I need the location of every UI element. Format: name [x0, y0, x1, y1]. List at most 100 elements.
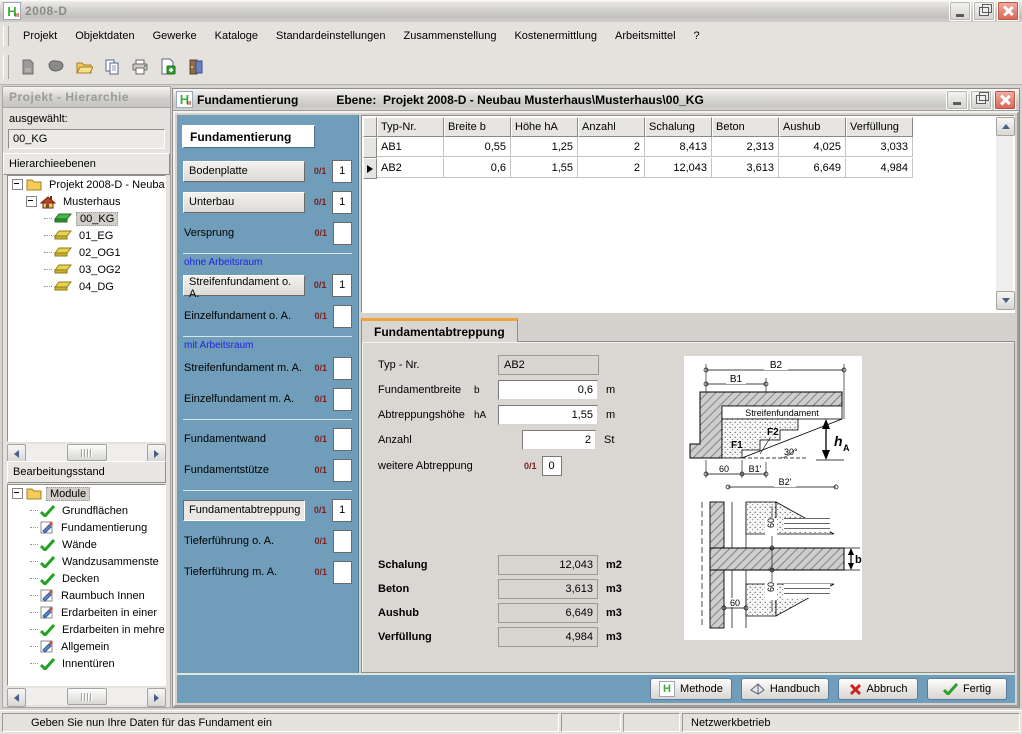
table-cell[interactable]: 4,984	[846, 158, 913, 178]
export-icon[interactable]	[156, 55, 180, 79]
menu-standardeinstellungen[interactable]: Standardeinstellungen	[267, 27, 394, 45]
table-cell[interactable]: 4,025	[779, 137, 846, 157]
column-header[interactable]: Aushub	[779, 117, 846, 137]
bodenplatte-count-box[interactable]: 1	[332, 160, 352, 183]
scrollbar-thumb[interactable]	[67, 688, 107, 705]
module-item-raumbuch-innen[interactable]: Raumbuch Innen	[8, 587, 165, 604]
table-cell[interactable]: 2	[578, 158, 645, 178]
table-cell[interactable]: 3,613	[712, 158, 779, 178]
table-cell[interactable]: AB1	[377, 137, 444, 157]
window-close-button[interactable]	[994, 90, 1016, 110]
module-item-waende[interactable]: Wände	[8, 536, 165, 553]
module-item-decken[interactable]: Decken	[8, 570, 165, 587]
table-cell[interactable]: 12,043	[645, 158, 712, 178]
fundamentwand-count-box[interactable]	[333, 428, 352, 451]
fundamentstuetze-label[interactable]: Fundamentstütze	[183, 464, 306, 476]
tab-fundamentabtreppung[interactable]: Fundamentabtreppung	[361, 318, 518, 342]
restore-button[interactable]	[973, 1, 995, 21]
scrollbar-thumb[interactable]	[67, 444, 107, 461]
tree-item-building[interactable]: Musterhaus	[8, 193, 165, 210]
fertig-button[interactable]: Fertig	[927, 678, 1007, 700]
versprung-label[interactable]: Versprung	[183, 227, 306, 239]
minimize-button[interactable]	[949, 1, 971, 21]
module-item-erdarbeiten-einer[interactable]: Erdarbeiten in einer	[8, 604, 165, 621]
tree-item-level-00kg[interactable]: 00_KG	[8, 210, 165, 227]
menu-kostenermittlung[interactable]: Kostenermittlung	[505, 27, 606, 45]
scroll-right-icon[interactable]	[147, 688, 166, 707]
bodenplatte-button[interactable]: Bodenplatte	[183, 161, 305, 182]
fundamentabtreppung-count-box[interactable]: 1	[332, 499, 352, 522]
streifenfundament-ma-count-box[interactable]	[333, 357, 352, 380]
module-item-innentueren[interactable]: Innentüren	[8, 655, 165, 672]
versprung-count-box[interactable]	[333, 222, 352, 245]
menu-kataloge[interactable]: Kataloge	[206, 27, 267, 45]
tree-item-level-02og1[interactable]: 02_OG1	[8, 244, 165, 261]
table-cell[interactable]: 2,313	[712, 137, 779, 157]
fundamentabtreppung-button[interactable]: Fundamentabtreppung	[183, 500, 305, 521]
einzelfundament-oa-count-box[interactable]	[333, 305, 352, 328]
scroll-down-icon[interactable]	[996, 291, 1015, 310]
abtreppungshoehe-input[interactable]	[498, 405, 598, 425]
column-header[interactable]: Breite b	[444, 117, 511, 137]
folder-open-icon[interactable]	[72, 55, 96, 79]
table-vscrollbar[interactable]	[996, 117, 1013, 310]
module-item-wandzusammenstellung[interactable]: Wandzusammenste	[8, 553, 165, 570]
exit-icon[interactable]	[184, 55, 208, 79]
window-restore-button[interactable]	[970, 90, 992, 110]
collapse-icon[interactable]	[26, 196, 37, 207]
collapse-icon[interactable]	[12, 179, 23, 190]
table-cell[interactable]: 3,033	[846, 137, 913, 157]
progress-tree-hscrollbar[interactable]	[7, 688, 166, 705]
streifenfundament-oa-count-box[interactable]: 1	[332, 274, 352, 297]
anzahl-input[interactable]	[522, 430, 596, 450]
fundamentwand-label[interactable]: Fundamentwand	[183, 433, 306, 445]
module-item-grundflaechen[interactable]: Grundflächen	[8, 502, 165, 519]
fundamentstuetze-count-box[interactable]	[333, 459, 352, 482]
streifenfundament-oa-button[interactable]: Streifenfundament o. A.	[183, 275, 305, 296]
column-header[interactable]: Anzahl	[578, 117, 645, 137]
tree-item-level-03og2[interactable]: 03_OG2	[8, 261, 165, 278]
weitere-abtreppung-box[interactable]: 0	[542, 456, 562, 476]
module-item-fundamentierung[interactable]: Fundamentierung	[8, 519, 165, 536]
einzelfundament-oa-label[interactable]: Einzelfundament o. A.	[183, 310, 306, 322]
module-item-erdarbeiten-mehre[interactable]: Erdarbeiten in mehre	[8, 621, 165, 638]
handbuch-button[interactable]: Handbuch	[741, 678, 829, 700]
einzelfundament-ma-label[interactable]: Einzelfundament m. A.	[183, 393, 306, 405]
tree-item-project[interactable]: Projekt 2008-D - Neubau	[8, 176, 165, 193]
hierarchy-levels-header[interactable]: Hierarchieebenen	[3, 153, 170, 175]
tree-item-module-root[interactable]: Module	[8, 485, 165, 502]
tieferfuehrung-oa-label[interactable]: Tieferführung o. A.	[183, 535, 306, 547]
print-icon[interactable]	[128, 55, 152, 79]
tieferfuehrung-ma-label[interactable]: Tieferführung m. A.	[183, 566, 306, 578]
unterbau-button[interactable]: Unterbau	[183, 192, 305, 213]
row-selector-current[interactable]	[363, 158, 377, 179]
tieferfuehrung-ma-count-box[interactable]	[333, 561, 352, 584]
column-header[interactable]: Verfüllung	[846, 117, 913, 137]
progress-panel-header[interactable]: Bearbeitungsstand	[7, 461, 166, 483]
table-cell[interactable]: 0,55	[444, 137, 511, 157]
table-cell[interactable]: 2	[578, 137, 645, 157]
menu-objektdaten[interactable]: Objektdaten	[66, 27, 143, 45]
table-cell[interactable]: AB2	[377, 158, 444, 178]
table-cell[interactable]: 1,25	[511, 137, 578, 157]
table-cell[interactable]: 8,413	[645, 137, 712, 157]
table-cell[interactable]: 6,649	[779, 158, 846, 178]
streifenfundament-ma-label[interactable]: Streifenfundament m. A.	[183, 362, 306, 374]
column-header[interactable]: Typ-Nr.	[377, 117, 444, 137]
row-selector[interactable]	[363, 137, 377, 158]
column-header[interactable]: Schalung	[645, 117, 712, 137]
menu-help[interactable]: ?	[685, 27, 709, 45]
copy-icon[interactable]	[100, 55, 124, 79]
hierarchy-tree-hscrollbar[interactable]	[7, 444, 166, 461]
menu-projekt[interactable]: Projekt	[14, 27, 66, 45]
module-item-allgemein[interactable]: Allgemein	[8, 638, 165, 655]
tree-item-level-01eg[interactable]: 01_EG	[8, 227, 165, 244]
new-document-icon[interactable]	[16, 55, 40, 79]
open-document-icon[interactable]	[44, 55, 68, 79]
window-minimize-button[interactable]	[946, 90, 968, 110]
table-cell[interactable]: 1,55	[511, 158, 578, 178]
unterbau-count-box[interactable]: 1	[332, 191, 352, 214]
collapse-icon[interactable]	[12, 488, 23, 499]
fundamentbreite-input[interactable]	[498, 380, 598, 400]
column-header[interactable]: Beton	[712, 117, 779, 137]
